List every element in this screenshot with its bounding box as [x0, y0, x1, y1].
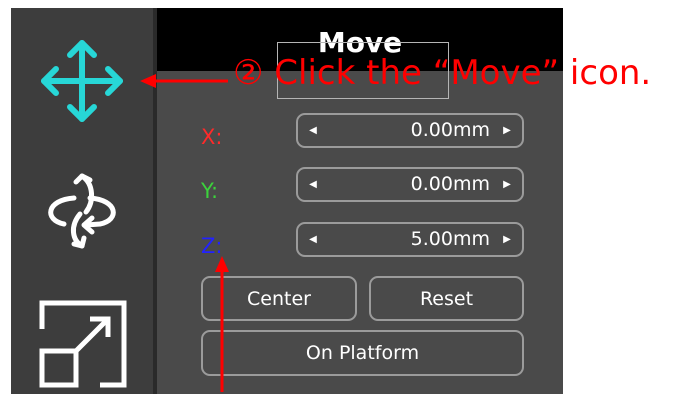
z-decrement-icon[interactable]: ◀ [302, 224, 324, 255]
move-arrows-icon [41, 40, 123, 122]
z-position-value[interactable]: 5.00mm [411, 224, 490, 255]
y-increment-icon[interactable]: ▶ [496, 169, 518, 200]
scale-tool-button[interactable] [11, 291, 153, 394]
instruction-callout: ② Click the “Move” icon. [233, 53, 652, 93]
x-increment-icon[interactable]: ▶ [496, 115, 518, 146]
y-position-spinner[interactable]: ◀ 0.00mm ▶ [296, 167, 524, 202]
x-position-value[interactable]: 0.00mm [411, 115, 490, 146]
z-increment-icon[interactable]: ▶ [496, 224, 518, 255]
scale-icon [39, 300, 127, 387]
rotate-icon [48, 173, 116, 249]
reset-button[interactable]: Reset [369, 276, 524, 321]
z-position-spinner[interactable]: ◀ 5.00mm ▶ [296, 222, 524, 257]
transform-toolbar [11, 8, 153, 394]
y-position-value[interactable]: 0.00mm [411, 169, 490, 200]
x-decrement-icon[interactable]: ◀ [302, 115, 324, 146]
x-axis-label: X: [201, 125, 223, 149]
y-axis-label: Y: [201, 179, 219, 203]
center-button[interactable]: Center [201, 276, 357, 321]
on-platform-button[interactable]: On Platform [201, 330, 524, 376]
x-position-spinner[interactable]: ◀ 0.00mm ▶ [296, 113, 524, 148]
rotate-tool-button[interactable] [11, 154, 153, 266]
move-tool-button[interactable] [11, 22, 153, 140]
y-decrement-icon[interactable]: ◀ [302, 169, 324, 200]
z-axis-label: Z: [201, 234, 223, 258]
